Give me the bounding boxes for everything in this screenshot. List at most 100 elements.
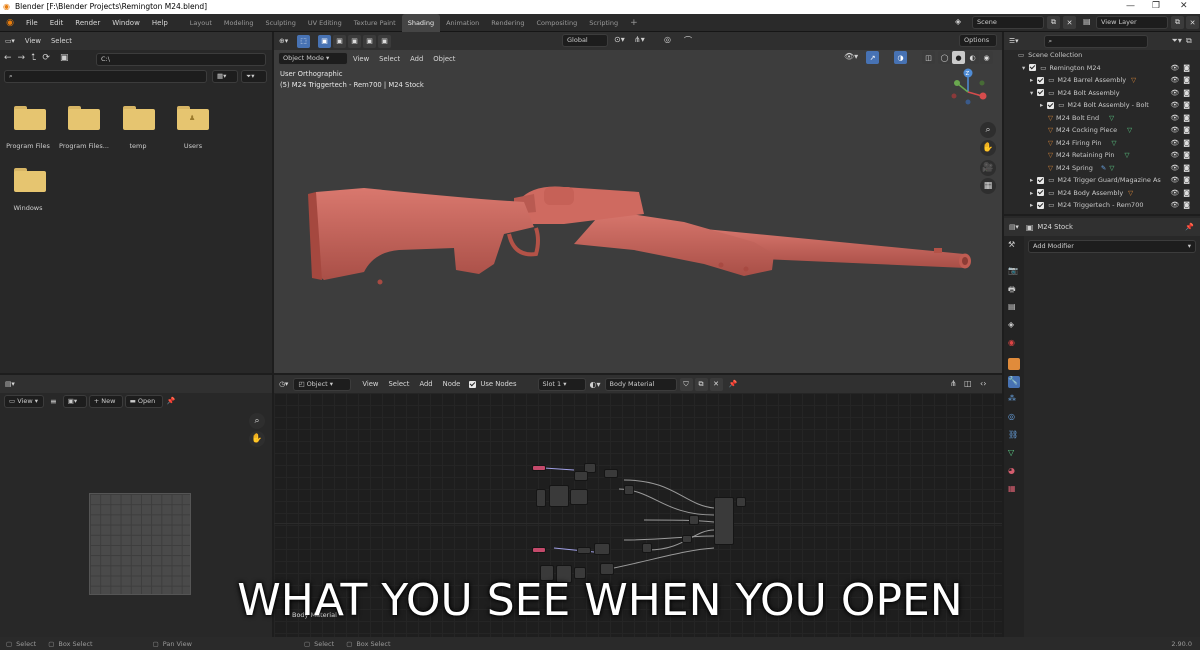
outliner-item[interactable]: ▸ ▭ M24 Body Assembly ▽ 👁◙ bbox=[1004, 187, 1200, 200]
navigation-gizmo[interactable]: Z bbox=[946, 66, 996, 106]
menu-window[interactable]: Window bbox=[106, 14, 146, 32]
shader-type-selector[interactable]: ◰ Object ▾ bbox=[293, 377, 352, 391]
shader-node[interactable] bbox=[594, 543, 610, 555]
new-scene-icon[interactable]: ⧉ bbox=[1047, 16, 1060, 29]
fake-user-icon[interactable]: ⛉ bbox=[679, 377, 693, 391]
select-tool-icon[interactable]: ⬚ bbox=[297, 34, 311, 48]
file-item-temp[interactable]: temp bbox=[108, 142, 168, 150]
fb-path-field[interactable]: C:\ bbox=[96, 53, 266, 66]
editor-type-icon[interactable]: ☰▾ bbox=[1004, 37, 1024, 45]
menu-edit[interactable]: Edit bbox=[44, 14, 70, 32]
object-tab-icon[interactable] bbox=[1008, 358, 1020, 370]
delete-view-layer-icon[interactable]: ✕ bbox=[1186, 16, 1199, 29]
view-layer-tab-icon[interactable]: ▤ bbox=[1008, 302, 1020, 314]
shader-node[interactable] bbox=[642, 543, 652, 553]
tab-scripting[interactable]: Scripting bbox=[583, 14, 624, 32]
solid-shading-icon[interactable]: ● bbox=[952, 51, 965, 64]
visibility-icon[interactable]: 👁◙ bbox=[1170, 189, 1194, 197]
editor-type-icon[interactable]: ⊕▾ bbox=[274, 37, 293, 45]
constraints-tab-icon[interactable]: ⛓ bbox=[1008, 430, 1020, 442]
menu-lines-icon[interactable]: ≡ bbox=[50, 397, 57, 406]
tab-texture-paint[interactable]: Texture Paint bbox=[348, 14, 402, 32]
outliner-item[interactable]: ▾ ▭ Remington M24 👁◙ bbox=[1004, 62, 1200, 75]
add-workspace-button[interactable]: + bbox=[624, 14, 644, 32]
view-layer-selector[interactable]: View Layer bbox=[1096, 16, 1168, 29]
ne-menu-node[interactable]: Node bbox=[438, 380, 466, 388]
vp-menu-add[interactable]: Add bbox=[405, 55, 428, 63]
shader-node[interactable] bbox=[682, 535, 692, 543]
zoom-icon[interactable]: ⌕ bbox=[249, 413, 265, 429]
file-item-windows[interactable]: Windows bbox=[0, 204, 58, 212]
snap-icon[interactable]: ⋔ bbox=[950, 379, 957, 388]
outliner-item[interactable]: ▽ M24 Spring ✎ ▽ 👁◙ bbox=[1004, 162, 1200, 175]
tab-sculpting[interactable]: Sculpting bbox=[259, 14, 301, 32]
vp-menu-object[interactable]: Object bbox=[428, 55, 460, 63]
rendered-shading-icon[interactable]: ◉ bbox=[980, 51, 993, 64]
image-browse-icon[interactable]: ▣▾ bbox=[62, 394, 87, 408]
filter-icon[interactable]: ⏷▾ bbox=[1172, 36, 1182, 46]
include-checkbox[interactable] bbox=[1037, 76, 1045, 84]
pan-icon[interactable]: ✋ bbox=[249, 431, 265, 447]
options-button[interactable]: Options bbox=[959, 34, 997, 47]
scene-collection-row[interactable]: ▭ Scene Collection bbox=[1004, 49, 1200, 62]
display-mode-icon[interactable]: ▦▾ bbox=[212, 70, 238, 83]
pin-icon[interactable]: 📌 bbox=[729, 380, 738, 388]
ie-view-menu[interactable]: ▭ View ▾ bbox=[4, 394, 44, 408]
editor-type-icon[interactable]: ◷▾ bbox=[274, 380, 293, 388]
fb-select-menu[interactable]: Select bbox=[46, 37, 77, 45]
physics-tab-icon[interactable]: ◎ bbox=[1008, 412, 1020, 424]
folder-icon[interactable] bbox=[68, 106, 100, 130]
visibility-icon[interactable]: 👁◙ bbox=[1170, 89, 1194, 97]
tab-rendering[interactable]: Rendering bbox=[485, 14, 530, 32]
file-item-program-files-x86[interactable]: Program Files... bbox=[54, 142, 114, 150]
folder-icon[interactable] bbox=[14, 168, 46, 192]
shader-node[interactable] bbox=[532, 465, 546, 471]
editor-type-icon[interactable]: ▭▾ bbox=[0, 37, 20, 45]
ne-menu-add[interactable]: Add bbox=[414, 380, 437, 388]
mode-selector[interactable]: Object Mode ▾ bbox=[278, 52, 348, 65]
visibility-icon[interactable]: 👁◙ bbox=[1170, 114, 1194, 122]
transform-orientation-selector[interactable]: Global bbox=[562, 34, 608, 47]
tab-shading[interactable]: Shading bbox=[401, 13, 441, 32]
outliner-item[interactable]: ▽ M24 Retaining Pin ▽ 👁◙ bbox=[1004, 149, 1200, 162]
include-checkbox[interactable] bbox=[1037, 201, 1045, 209]
shader-node[interactable] bbox=[532, 547, 546, 553]
outliner-item[interactable]: ▸ ▭ M24 Bolt Assembly - Bolt 👁◙ bbox=[1004, 99, 1200, 112]
data-tab-icon[interactable]: ▽ bbox=[1008, 448, 1020, 460]
vp-menu-select[interactable]: Select bbox=[374, 55, 405, 63]
3d-viewport[interactable]: ⊕▾ ⬚ ▣ ▣ ▣ ▣ ▣ Object Mode ▾ View Select… bbox=[274, 32, 1002, 373]
visibility-icon[interactable]: 👁◙ bbox=[1170, 151, 1194, 159]
gizmo-toggle-icon[interactable]: ↗ bbox=[866, 51, 879, 64]
folder-icon[interactable] bbox=[14, 106, 46, 130]
add-modifier-button[interactable]: Add Modifier ▾ bbox=[1028, 240, 1196, 253]
scene-tab-icon[interactable]: ◈ bbox=[1008, 320, 1020, 332]
editor-type-icon[interactable]: ▤▾ bbox=[1004, 223, 1024, 231]
zoom-icon[interactable]: ⌕ bbox=[980, 122, 996, 138]
include-checkbox[interactable] bbox=[1047, 101, 1055, 109]
pin-icon[interactable]: 📌 bbox=[1185, 223, 1194, 231]
forward-icon[interactable]: → bbox=[18, 53, 26, 63]
wireframe-shading-icon[interactable]: ◯ bbox=[938, 51, 951, 64]
slot-selector[interactable]: Slot 1 ▾ bbox=[537, 377, 586, 391]
select-invert-icon[interactable]: ▣ bbox=[363, 34, 377, 48]
new-collection-icon[interactable]: ⧉ bbox=[1186, 36, 1192, 46]
folder-user-icon[interactable]: ♟ bbox=[177, 106, 209, 130]
outliner-item[interactable]: ▸ ▭ M24 Trigger Guard/Magazine As 👁◙ bbox=[1004, 174, 1200, 187]
menu-help[interactable]: Help bbox=[146, 14, 174, 32]
outliner-item[interactable]: ▸ ▭ M24 Triggertech - Rem700 👁◙ bbox=[1004, 199, 1200, 212]
visibility-icon[interactable]: 👁◙ bbox=[1170, 126, 1194, 134]
outliner-item[interactable]: ▽ M24 Bolt End ▽ 👁◙ bbox=[1004, 112, 1200, 125]
use-nodes-checkbox[interactable] bbox=[469, 380, 477, 388]
falloff-icon[interactable]: ⌒ bbox=[684, 35, 692, 46]
texture-tab-icon[interactable]: ▦ bbox=[1008, 484, 1020, 496]
include-checkbox[interactable] bbox=[1037, 89, 1045, 97]
pivot-icon[interactable]: ⊙▾ bbox=[614, 35, 625, 44]
particles-tab-icon[interactable]: ⁂ bbox=[1008, 394, 1020, 406]
shader-node[interactable] bbox=[577, 547, 591, 554]
shader-node[interactable] bbox=[549, 485, 569, 507]
material-tab-icon[interactable]: ◕ bbox=[1008, 466, 1020, 478]
include-checkbox[interactable] bbox=[1037, 189, 1045, 197]
shader-node[interactable] bbox=[604, 469, 618, 478]
visibility-icon[interactable]: 👁◙ bbox=[1170, 139, 1194, 147]
include-checkbox[interactable] bbox=[1029, 64, 1037, 72]
